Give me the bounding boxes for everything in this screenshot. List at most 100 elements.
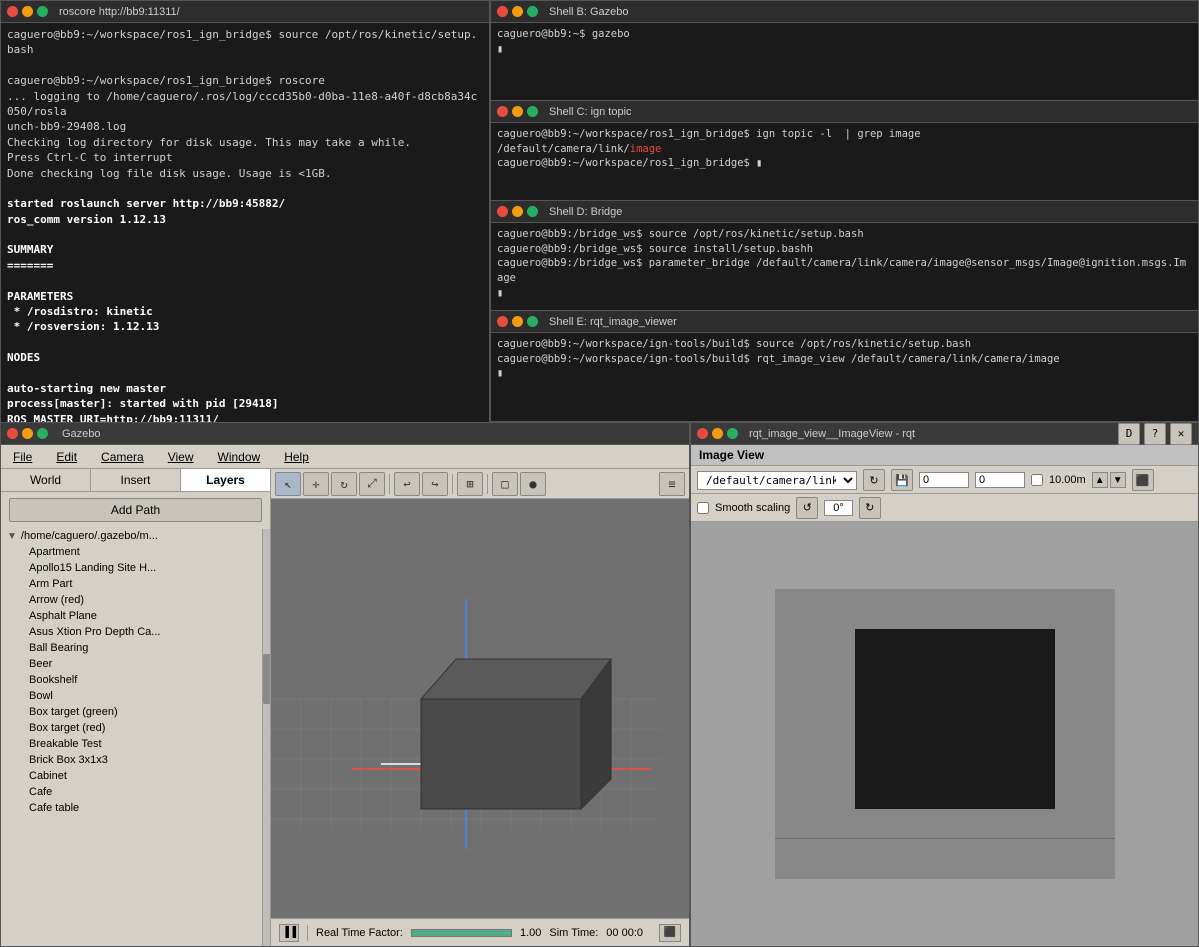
tab-insert[interactable]: Insert [91, 469, 181, 491]
minimize-btn-rqt[interactable] [712, 428, 723, 439]
menu-help[interactable]: Help [280, 449, 313, 465]
shell-c-titlebar: Shell C: ign topic [491, 101, 1198, 123]
list-item[interactable]: Box target (red) [5, 720, 266, 736]
maximize-btn-d[interactable] [527, 206, 538, 217]
sphere-shape-button[interactable]: ● [520, 472, 546, 496]
expand-details-button[interactable]: ⬛ [659, 924, 681, 942]
close-btn-roscore[interactable] [7, 6, 18, 17]
list-item[interactable]: Cabinet [5, 768, 266, 784]
box-shape-button[interactable]: □ [492, 472, 518, 496]
menu-camera[interactable]: Camera [97, 449, 148, 465]
scrollbar-thumb[interactable] [263, 654, 271, 704]
rqt-question-btn[interactable]: ? [1144, 423, 1166, 445]
list-item[interactable]: Ball Bearing [5, 640, 266, 656]
menu-edit[interactable]: Edit [52, 449, 81, 465]
select-tool-button[interactable]: ↖ [275, 472, 301, 496]
image-view-label: Image View [699, 448, 764, 462]
list-item[interactable]: Beer [5, 656, 266, 672]
list-item[interactable]: Asphalt Plane [5, 608, 266, 624]
maximize-btn-gazebo[interactable] [37, 428, 48, 439]
scale-tool-button[interactable]: ⤢ [359, 472, 385, 496]
model-tree[interactable]: ▼ /home/caguero/.gazebo/m... Apartment A… [1, 528, 270, 946]
rotate-cw-button[interactable]: ↻ [859, 497, 881, 519]
list-item[interactable]: Apartment [5, 544, 266, 560]
zoom-checkbox[interactable] [1031, 474, 1043, 486]
minimize-btn-c[interactable] [512, 106, 523, 117]
right-shells: Shell B: Gazebo caguero@bb9:~$ gazebo ▮ … [490, 0, 1199, 422]
list-item[interactable]: Cafe [5, 784, 266, 800]
list-item[interactable]: Brick Box 3x1x3 [5, 752, 266, 768]
list-item[interactable]: Bookshelf [5, 672, 266, 688]
zoom-up-btn[interactable]: ▲ [1092, 472, 1108, 488]
gazebo-window: Gazebo File Edit Camera View Window Help… [0, 422, 690, 947]
redo-button[interactable]: ↪ [422, 472, 448, 496]
viewport-canvas[interactable] [271, 499, 689, 918]
close-btn-rqt[interactable] [697, 428, 708, 439]
rqt-close-btn[interactable]: ✕ [1170, 423, 1192, 445]
roscore-title: roscore http://bb9:11311/ [59, 6, 180, 18]
zoom-down-btn[interactable]: ▼ [1110, 472, 1126, 488]
translate-tool-button[interactable]: ✛ [303, 472, 329, 496]
topic-dropdown[interactable]: /default/camera/link/c [697, 471, 857, 490]
add-path-button[interactable]: Add Path [9, 498, 262, 522]
menu-file[interactable]: File [9, 449, 36, 465]
tab-world[interactable]: World [1, 469, 91, 491]
shell-c-panel: Shell C: ign topic caguero@bb9:~/workspa… [491, 101, 1198, 201]
minimize-btn-gazebo[interactable] [22, 428, 33, 439]
traffic-lights-b [497, 6, 538, 17]
list-item[interactable]: Bowl [5, 688, 266, 704]
minimize-btn-b[interactable] [512, 6, 523, 17]
minimize-btn-roscore[interactable] [22, 6, 33, 17]
image-display [775, 589, 1115, 879]
list-item[interactable]: Apollo15 Landing Site H... [5, 560, 266, 576]
close-btn-d[interactable] [497, 206, 508, 217]
tab-layers[interactable]: Layers [181, 469, 270, 491]
maximize-btn-roscore[interactable] [37, 6, 48, 17]
rqt-plugin-area: Image View /default/camera/link/c ↻ 💾 10… [691, 445, 1198, 946]
rqt-help-btn[interactable]: D [1118, 423, 1140, 445]
list-item[interactable]: Cafe table [5, 800, 266, 816]
maximize-btn-c[interactable] [527, 106, 538, 117]
menu-window[interactable]: Window [214, 449, 265, 465]
maximize-btn-e[interactable] [527, 316, 538, 327]
rqt-image-area [691, 522, 1198, 946]
close-btn-gazebo[interactable] [7, 428, 18, 439]
maximize-btn-rqt[interactable] [727, 428, 738, 439]
list-item[interactable]: Asus Xtion Pro Depth Ca... [5, 624, 266, 640]
toolbar-separator-3 [487, 474, 488, 494]
traffic-lights-d [497, 206, 538, 217]
shell-d-body: caguero@bb9:/bridge_ws$ source /opt/ros/… [491, 223, 1198, 310]
minimize-btn-e[interactable] [512, 316, 523, 327]
list-item[interactable]: Arm Part [5, 576, 266, 592]
rotate-ccw-button[interactable]: ↺ [796, 497, 818, 519]
undo-button[interactable]: ↩ [394, 472, 420, 496]
snap-button[interactable]: ⊞ [457, 472, 483, 496]
zoom-step-input[interactable] [975, 472, 1025, 488]
close-btn-b[interactable] [497, 6, 508, 17]
gazebo-menubar: File Edit Camera View Window Help [1, 445, 689, 469]
save-image-button[interactable]: 💾 [891, 469, 913, 491]
list-item[interactable]: Box target (green) [5, 704, 266, 720]
list-item[interactable]: Breakable Test [5, 736, 266, 752]
shell-c-title: Shell C: ign topic [549, 106, 632, 118]
scrollbar-track[interactable] [262, 529, 270, 946]
rqt-title: rqt_image_view__ImageView - rqt [749, 428, 1113, 440]
tree-expand-icon[interactable]: ▼ [7, 531, 17, 542]
close-btn-c[interactable] [497, 106, 508, 117]
refresh-topic-button[interactable]: ↻ [863, 469, 885, 491]
toggle-details-button[interactable]: ≡ [659, 472, 685, 496]
maximize-btn-b[interactable] [527, 6, 538, 17]
close-btn-e[interactable] [497, 316, 508, 327]
tree-root-label: /home/caguero/.gazebo/m... [21, 530, 158, 542]
traffic-lights-e [497, 316, 538, 327]
smooth-checkbox[interactable] [697, 502, 709, 514]
menu-view[interactable]: View [164, 449, 198, 465]
minimize-btn-d[interactable] [512, 206, 523, 217]
list-item[interactable]: Arrow (red) [5, 592, 266, 608]
camera-image-object [855, 629, 1055, 809]
rotate-tool-button[interactable]: ↻ [331, 472, 357, 496]
export-image-button[interactable]: ⬛ [1132, 469, 1154, 491]
zoom-input[interactable] [919, 472, 969, 488]
pause-button[interactable]: ▐▐ [279, 924, 299, 942]
shell-d-titlebar: Shell D: Bridge [491, 201, 1198, 223]
